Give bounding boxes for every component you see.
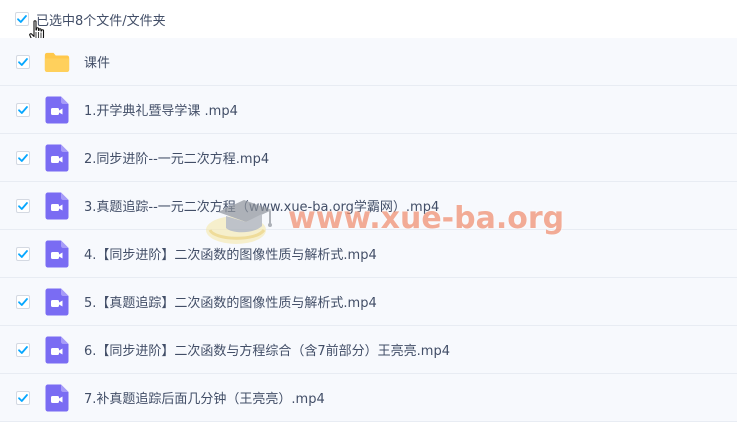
list-item-video[interactable]: 1.开学典礼暨导学课 .mp4 xyxy=(0,86,737,134)
file-list-page: 已选中8个文件/文件夹 课件 1.开学典礼暨导学课 .mp4 2.同步进阶--一… xyxy=(0,0,737,448)
video-file-icon xyxy=(44,240,70,268)
row-checkbox[interactable] xyxy=(16,342,30,357)
row-checkbox[interactable] xyxy=(16,294,30,309)
checkmark-icon xyxy=(17,15,27,23)
row-checkbox[interactable] xyxy=(16,198,30,213)
video-file-icon xyxy=(44,384,70,412)
list-item-video[interactable]: 6.【同步进阶】二次函数与方程综合（含7前部分）王亮亮.mp4 xyxy=(0,326,737,374)
video-file-icon xyxy=(44,288,70,316)
folder-icon xyxy=(44,48,70,76)
file-list: 课件 1.开学典礼暨导学课 .mp4 2.同步进阶--一元二次方程.mp4 3.… xyxy=(0,38,737,422)
video-file-icon xyxy=(44,96,70,124)
checkmark-icon xyxy=(18,57,28,66)
list-item-video[interactable]: 2.同步进阶--一元二次方程.mp4 xyxy=(0,134,737,182)
file-name: 5.【真题追踪】二次函数的图像性质与解析式.mp4 xyxy=(84,296,377,311)
select-all-checkbox[interactable] xyxy=(15,12,29,26)
row-checkbox[interactable] xyxy=(16,54,30,69)
file-name: 3.真题追踪--一元二次方程（www.xue-ba.org学霸网）.mp4 xyxy=(84,200,440,215)
file-name: 6.【同步进阶】二次函数与方程综合（含7前部分）王亮亮.mp4 xyxy=(84,344,450,359)
list-item-folder[interactable]: 课件 xyxy=(0,38,737,86)
row-checkbox[interactable] xyxy=(16,390,30,405)
row-checkbox[interactable] xyxy=(16,150,30,165)
list-item-video[interactable]: 7.补真题追踪后面几分钟（王亮亮）.mp4 xyxy=(0,374,737,422)
checkmark-icon xyxy=(18,345,28,354)
file-name: 7.补真题追踪后面几分钟（王亮亮）.mp4 xyxy=(84,392,325,407)
checkmark-icon xyxy=(18,153,28,162)
video-file-icon xyxy=(44,336,70,364)
file-name: 2.同步进阶--一元二次方程.mp4 xyxy=(84,152,270,167)
list-item-video[interactable]: 3.真题追踪--一元二次方程（www.xue-ba.org学霸网）.mp4 xyxy=(0,182,737,230)
checkmark-icon xyxy=(18,105,28,114)
video-file-icon xyxy=(44,192,70,220)
checkmark-icon xyxy=(18,297,28,306)
file-name: 1.开学典礼暨导学课 .mp4 xyxy=(84,104,238,119)
checkmark-icon xyxy=(18,201,28,210)
file-name: 4.【同步进阶】二次函数的图像性质与解析式.mp4 xyxy=(84,248,377,263)
row-checkbox[interactable] xyxy=(16,102,30,117)
list-item-video[interactable]: 5.【真题追踪】二次函数的图像性质与解析式.mp4 xyxy=(0,278,737,326)
selection-count-text: 已选中8个文件/文件夹 xyxy=(36,13,166,29)
checkmark-icon xyxy=(18,393,28,402)
checkmark-icon xyxy=(18,249,28,258)
file-name: 课件 xyxy=(84,56,111,71)
selection-header: 已选中8个文件/文件夹 xyxy=(0,0,737,38)
list-item-video[interactable]: 4.【同步进阶】二次函数的图像性质与解析式.mp4 xyxy=(0,230,737,278)
video-file-icon xyxy=(44,144,70,172)
row-checkbox[interactable] xyxy=(16,246,30,261)
